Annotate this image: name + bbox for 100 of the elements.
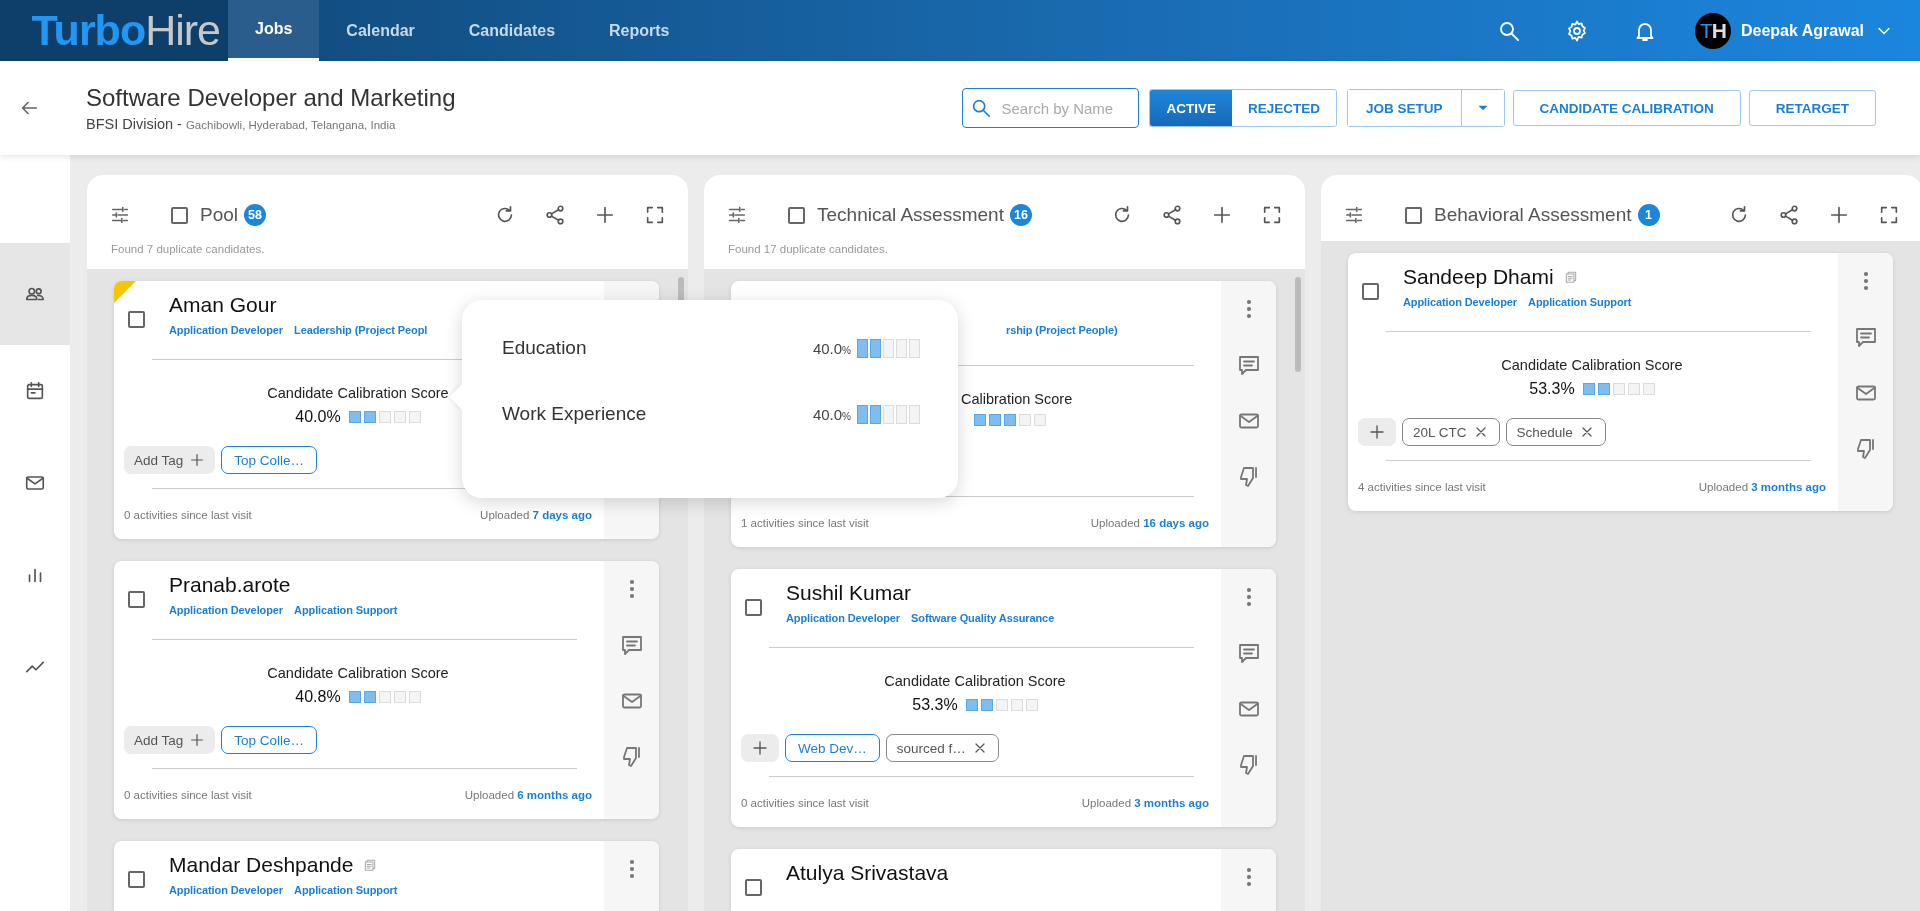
share-icon[interactable] — [1778, 204, 1800, 226]
column-title: Behavioral Assessment — [1434, 204, 1632, 226]
search-icon — [970, 97, 993, 119]
add-tag-button[interactable]: Add Tag — [124, 446, 216, 474]
skill-tag: Application Support — [1528, 296, 1632, 308]
rating-block — [965, 699, 978, 711]
rating-block — [348, 691, 361, 703]
add-tag-button[interactable] — [1358, 418, 1396, 446]
comment-icon[interactable] — [1236, 641, 1261, 665]
search-field[interactable]: Search by Name — [962, 88, 1140, 128]
filter-sliders-icon[interactable] — [726, 204, 748, 226]
plus-icon — [189, 732, 206, 748]
rating-block — [1612, 383, 1625, 395]
activity-text: 0 activities since last visit — [124, 509, 252, 521]
candidate-name[interactable]: Aman Gour — [169, 293, 277, 317]
user-name[interactable]: Deepak Agrawal — [1741, 21, 1864, 40]
scrollbar[interactable] — [1295, 277, 1301, 372]
rating-block — [980, 699, 993, 711]
score-value: 53.3% — [1529, 380, 1575, 398]
candidate-name[interactable]: Atulya Srivastava — [786, 861, 949, 885]
column-title: Pool — [200, 204, 239, 226]
comment-icon[interactable] — [619, 633, 644, 657]
rating-block — [909, 338, 920, 358]
rating-block — [1010, 699, 1023, 711]
skill-tag: Software Quality Assurance — [911, 612, 1055, 624]
expand-icon[interactable] — [1878, 204, 1900, 226]
rating-block — [393, 411, 406, 423]
nav-tab[interactable]: Jobs — [228, 0, 320, 61]
candidate-name[interactable]: Pranab.arote — [169, 573, 291, 597]
tag-chip[interactable]: Top Colle… — [221, 726, 318, 754]
plus-icon[interactable] — [594, 204, 616, 226]
duplicate-note: Found 17 duplicate candidates. — [728, 243, 889, 255]
candidate-name[interactable]: Sushil Kumar — [786, 581, 911, 605]
candidate-card[interactable]: Mandar Deshpande Application Developer Application Support — [114, 841, 659, 911]
comment-icon[interactable] — [1853, 325, 1878, 349]
nav-tab[interactable]: Candidates — [441, 0, 583, 61]
skill-tag: Leadership (Project Peopl — [294, 324, 428, 336]
nav-tab[interactable]: Calendar — [319, 0, 442, 61]
candidate-card[interactable]: Pranab.arote Application Developer Application Support Candidate Calibration Score 40.8% Add Tag Top Colle… 0 activities since last visit Uploaded 6 months ago — [114, 561, 659, 819]
settings-icon[interactable] — [1565, 18, 1589, 43]
candidate-card[interactable]: Sandeep Dhami Application Developer Application Support Candidate Calibration Score 53.3% 20L CTC Schedule 4 activities since last visit Uploaded 3 months ago — [1348, 253, 1893, 511]
status-toggle[interactable]: ACTIVE — [1150, 90, 1232, 126]
checkbox[interactable] — [788, 206, 805, 224]
tag-chip[interactable]: Web Dev… — [785, 734, 880, 762]
filter-sliders-icon[interactable] — [109, 204, 131, 226]
user-avatar[interactable]: TH — [1695, 12, 1731, 49]
activity-text: 0 activities since last visit — [124, 789, 252, 801]
logo[interactable]: TurboHire — [0, 0, 228, 61]
expand-icon[interactable] — [1261, 204, 1283, 226]
expand-icon[interactable] — [644, 204, 666, 226]
checkbox[interactable] — [745, 599, 762, 616]
rating-block — [870, 338, 881, 358]
candidate-name[interactable]: Sandeep Dhami — [1403, 265, 1554, 289]
skill-tag: Application Developer — [169, 324, 284, 336]
skill-tag: Application Support — [294, 884, 398, 896]
plus-icon[interactable] — [1211, 204, 1233, 226]
count-badge: 16 — [1009, 204, 1032, 226]
criterion-score: 40.0% — [812, 339, 851, 357]
rating-block — [1004, 414, 1016, 426]
candidate-card[interactable]: Atulya Srivastava — [731, 849, 1276, 911]
plus-icon[interactable] — [1828, 204, 1850, 226]
score-label: Candidate Calibration Score — [267, 665, 449, 681]
filter-sliders-icon[interactable] — [1343, 204, 1365, 226]
plus-icon — [189, 452, 206, 468]
add-tag-button[interactable] — [741, 734, 779, 762]
comment-icon[interactable] — [1236, 353, 1261, 377]
copy-icon[interactable] — [1563, 270, 1578, 284]
nav-tab[interactable]: Reports — [582, 0, 697, 61]
upload-date: Uploaded 3 months ago — [1698, 481, 1826, 493]
score-label: Calibration Score — [960, 391, 1073, 407]
rating-block — [1642, 383, 1655, 395]
action-button[interactable]: RETARGET — [1748, 90, 1876, 126]
checkbox[interactable] — [1405, 206, 1422, 224]
checkbox[interactable] — [128, 871, 145, 888]
activity-text: 1 activities since last visit — [741, 517, 869, 529]
rating-block — [378, 411, 391, 423]
skill-tag: Application Developer — [169, 604, 284, 616]
checkbox[interactable] — [1362, 283, 1379, 300]
checkbox[interactable] — [171, 206, 188, 224]
share-icon[interactable] — [1161, 204, 1183, 226]
score-value: 40.8% — [295, 688, 341, 706]
rating-block — [1034, 414, 1046, 426]
rating-block — [393, 691, 406, 703]
rating-block — [348, 411, 361, 423]
tag-chip[interactable]: Schedule — [1505, 418, 1606, 446]
score-label: Candidate Calibration Score — [884, 673, 1066, 689]
copy-icon[interactable] — [363, 858, 378, 872]
tag-chip[interactable]: sourced f… — [885, 734, 999, 762]
action-button[interactable]: CANDIDATE CALIBRATION — [1512, 90, 1741, 126]
candidate-card[interactable]: Sushil Kumar Application Developer Software Quality Assurance Candidate Calibration Score 53.3% Web Dev… sourced f… 0 activities since last visit Uploaded 3 months ago — [731, 569, 1276, 827]
rating-block — [408, 691, 421, 703]
checkbox[interactable] — [745, 879, 762, 896]
share-icon[interactable] — [544, 204, 566, 226]
checkbox[interactable] — [128, 591, 145, 608]
rating-block — [378, 691, 391, 703]
checkbox[interactable] — [128, 311, 145, 328]
add-tag-button[interactable]: Add Tag — [124, 726, 216, 754]
tag-chip[interactable]: Top Colle… — [221, 446, 318, 474]
candidate-name[interactable]: Mandar Deshpande — [169, 853, 354, 877]
tag-chip[interactable]: 20L CTC — [1402, 418, 1500, 446]
